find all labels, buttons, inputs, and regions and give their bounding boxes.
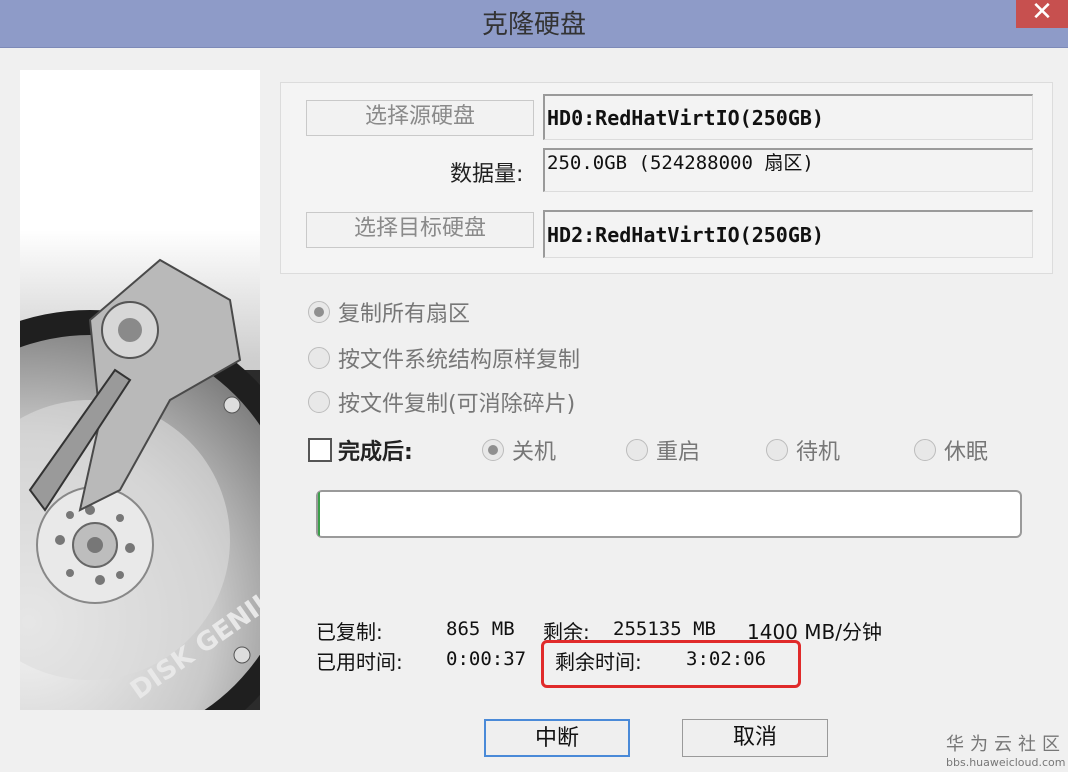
after-option-label: 待机 [796,440,841,465]
copy-mode-label: 按文件系统结构原样复制 [338,348,581,373]
radio-selected[interactable] [308,301,330,323]
elapsed-time-label: 已用时间: [316,650,403,674]
after-complete-label: 完成后: [338,440,413,465]
copied-value: 865 MB [446,618,515,640]
copied-label: 已复制: [316,620,383,644]
window-title: 克隆硬盘 [481,10,586,40]
after-complete-checkbox[interactable]: 完成后: [308,434,413,466]
after-option-hibernate[interactable]: 休眠 [914,434,988,466]
after-option-label: 重启 [656,440,701,465]
progress-fill [318,492,321,536]
after-option-restart[interactable]: 重启 [626,434,700,466]
radio-unselected[interactable] [308,347,330,369]
after-option-label: 关机 [512,440,557,465]
copy-mode-by-file[interactable]: 按文件复制(可消除碎片) [308,386,575,418]
radio-unselected[interactable] [914,439,936,461]
disk-genius-image: DISK GENIUS [20,70,260,710]
checkbox-unchecked[interactable] [308,438,332,462]
copy-mode-label: 复制所有扇区 [338,302,471,327]
select-source-disk-button[interactable]: 选择源硬盘 [306,100,534,136]
after-option-standby[interactable]: 待机 [766,434,840,466]
cancel-button[interactable]: 取消 [682,719,828,757]
after-option-label: 休眠 [944,440,989,465]
target-disk-field: HD2:RedHatVirtIO(250GB) [543,210,1033,258]
close-button[interactable]: ✕ [1016,0,1068,28]
hard-disk-illustration: DISK GENIUS [20,70,260,710]
copy-mode-file-system-structure[interactable]: 按文件系统结构原样复制 [308,342,580,374]
title-bar: 克隆硬盘 ✕ [0,0,1068,48]
radio-unselected[interactable] [626,439,648,461]
after-option-shutdown[interactable]: 关机 [482,434,556,466]
watermark-url: bbs.huaweicloud.com [946,756,1066,769]
elapsed-time-value: 0:00:37 [446,648,527,670]
source-disk-field: HD0:RedHatVirtIO(250GB) [543,94,1033,140]
time-left-highlight-box [541,640,801,688]
copy-mode-label: 按文件复制(可消除碎片) [338,392,576,417]
watermark-name: 华为云社区 [946,734,1066,755]
copy-mode-all-sectors[interactable]: 复制所有扇区 [308,296,470,328]
close-icon: ✕ [1031,0,1053,27]
interrupt-button[interactable]: 中断 [484,719,630,757]
select-target-disk-button[interactable]: 选择目标硬盘 [306,212,534,248]
data-size-label: 数据量: [450,162,524,187]
remaining-value: 255135 MB [613,618,716,640]
radio-unselected[interactable] [308,391,330,413]
clone-progress-bar [316,490,1022,538]
watermark: 华为云社区 bbs.huaweicloud.com [946,730,1066,769]
radio-selected[interactable] [482,439,504,461]
radio-unselected[interactable] [766,439,788,461]
data-size-field: 250.0GB (524288000 扇区) [543,148,1033,192]
